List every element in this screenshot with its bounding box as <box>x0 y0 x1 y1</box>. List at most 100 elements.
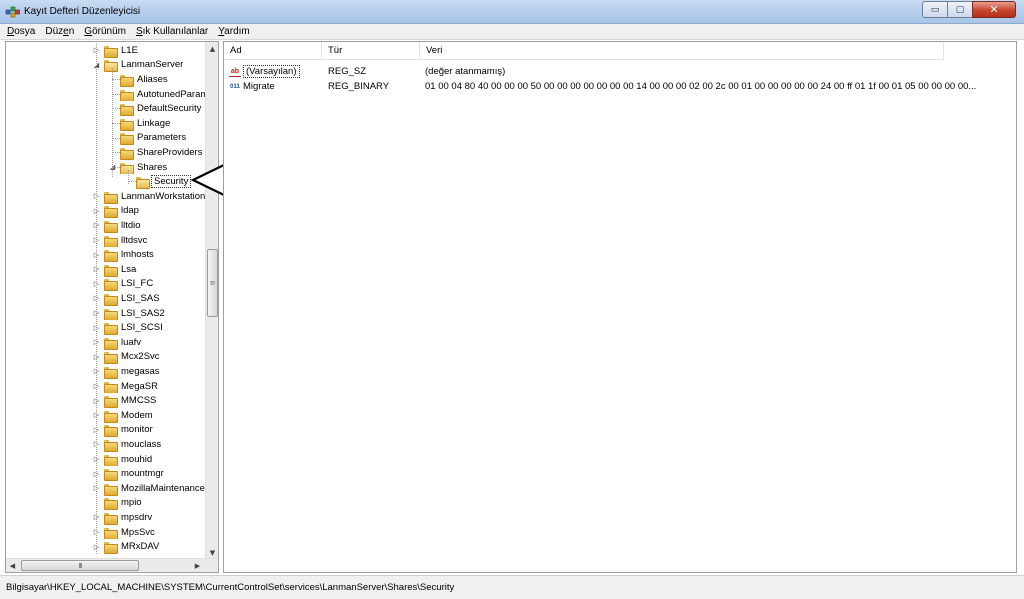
tree-item[interactable]: ▷ MRxDAV <box>92 539 206 554</box>
tree-connector-line <box>96 43 97 554</box>
menu-bar: Dosya Düzen Görünüm Sık Kullanılanlar Ya… <box>0 24 1024 40</box>
maximize-button[interactable]: ▢ <box>947 1 973 18</box>
tree-horizontal-scrollbar[interactable]: ◀ III ▶ <box>6 558 218 572</box>
tree-item-label: monitor <box>121 424 153 436</box>
folder-icon <box>104 512 118 525</box>
folder-icon <box>104 249 118 262</box>
value-type: REG_BINARY <box>328 81 390 92</box>
tree-item[interactable]: mpio <box>92 496 206 511</box>
tree-item[interactable]: DefaultSecurity <box>108 101 206 116</box>
tree-item[interactable]: ▷ mpsdrv <box>92 510 206 525</box>
folder-icon <box>104 278 118 292</box>
folder-icon <box>104 410 118 423</box>
tree-item[interactable]: ▷ luafv <box>92 335 206 350</box>
column-header-type[interactable]: Tür <box>322 42 420 60</box>
tree-item[interactable]: ▷ monitor <box>92 423 206 438</box>
tree-item[interactable]: ▷ lmhosts <box>92 247 206 262</box>
folder-icon <box>104 541 118 554</box>
column-header-name[interactable]: Ad <box>224 42 322 60</box>
folder-icon <box>104 497 118 511</box>
tree-item[interactable]: ▷ mountmgr <box>92 466 206 481</box>
value-row[interactable]: 011 Migrate REG_BINARY 01 00 04 80 40 00… <box>224 79 1014 94</box>
binary-value-icon: 011 <box>230 83 240 90</box>
window-title: Kayıt Defteri Düzenleyicisi <box>24 6 141 17</box>
scroll-thumb[interactable]: ≡ <box>207 249 218 317</box>
tree-item-label: mpsdrv <box>121 511 153 523</box>
tree-vertical-scrollbar[interactable]: ▲ ≡ ▼ <box>205 42 218 559</box>
tree-item[interactable]: ShareProviders <box>108 145 206 160</box>
tree-item[interactable]: ▷MozillaMaintenanceService <box>92 481 206 496</box>
maximize-icon: ▢ <box>955 4 965 15</box>
tree-item[interactable]: ▷ lltdio <box>92 218 206 233</box>
folder-icon <box>104 337 118 350</box>
key-tree-pane[interactable]: ▷L1E◢LanmanServerAliases AutotunedParamet… <box>5 41 219 573</box>
tree-item[interactable]: Parameters <box>108 131 206 146</box>
tree-item[interactable]: ▷ Lsa <box>92 262 206 277</box>
tree-item-label: megasas <box>121 365 160 377</box>
menu-help[interactable]: Yardım <box>217 26 251 37</box>
tree-item[interactable]: ▷ mouclass <box>92 437 206 452</box>
tree-item[interactable]: ▷ L1E <box>92 43 206 58</box>
tree-item-label: lmhosts <box>121 249 154 261</box>
tree-item-label: MpsSvc <box>121 526 155 538</box>
tree-item[interactable]: ▷ MpsSvc <box>92 525 206 540</box>
tree-item[interactable]: ▷ MMCSS <box>92 393 206 408</box>
minimize-button[interactable]: ▭ <box>922 1 948 18</box>
tree-item-label: ShareProviders <box>137 146 203 158</box>
tree-item[interactable]: Linkage <box>108 116 206 131</box>
tree-item[interactable]: AutotunedParameters <box>108 87 206 102</box>
tree-connector-line <box>112 108 122 110</box>
tree-item[interactable]: ▷ LanmanWorkstation <box>92 189 206 204</box>
tree-item[interactable]: ▷ mouhid <box>92 452 206 467</box>
tree-item[interactable]: ▷ megasas <box>92 364 206 379</box>
menu-favorites[interactable]: Sık Kullanılanlar <box>135 26 209 37</box>
scroll-up-arrow-icon[interactable]: ▲ <box>206 42 218 55</box>
menu-view[interactable]: Görünüm <box>83 26 127 37</box>
folder-icon <box>104 205 118 219</box>
folder-icon <box>104 293 118 306</box>
tree-item-label: Mcx2Svc <box>121 351 160 363</box>
string-value-icon: ab <box>229 66 241 77</box>
tree-item-label: Shares <box>137 161 168 173</box>
tree-connector-line <box>112 123 122 124</box>
tree-item-label: MegaSR <box>121 380 158 392</box>
folder-icon <box>104 483 118 496</box>
tree-item[interactable]: ▷ Modem <box>92 408 206 423</box>
tree-item-label: luafv <box>121 336 142 348</box>
tree-item[interactable]: ▷ Mcx2Svc <box>92 350 206 365</box>
current-key-path: Bilgisayar\HKEY_LOCAL_MACHINE\SYSTEM\Cur… <box>6 582 455 593</box>
tree-item[interactable]: ▷ LSI_SAS2 <box>92 306 206 321</box>
values-pane[interactable]: Ad Tür Veri ab (Varsayılan) REG_SZ (değe… <box>223 41 1017 573</box>
folder-icon <box>104 264 118 277</box>
scroll-right-arrow-icon[interactable]: ▶ <box>191 559 204 572</box>
tree-item-label: LSI_SCSI <box>121 322 163 334</box>
tree-item-label: Linkage <box>137 117 171 129</box>
tree-item[interactable]: Aliases <box>108 72 206 87</box>
folder-icon <box>104 191 118 204</box>
folder-icon <box>104 424 118 438</box>
close-button[interactable]: ✕ <box>972 1 1016 18</box>
hscroll-thumb[interactable]: III <box>21 560 139 571</box>
tree-item[interactable]: ▷ ldap <box>92 204 206 219</box>
tree-item-label: AutotunedParameters <box>137 88 206 100</box>
folder-icon <box>104 439 118 452</box>
menu-edit[interactable]: Düzen <box>44 26 75 37</box>
tree-item-label: ldap <box>121 205 139 217</box>
tree-item-label: DefaultSecurity <box>137 103 202 115</box>
tree-item[interactable]: ▷ MegaSR <box>92 379 206 394</box>
tree-item[interactable]: ▷ LSI_SCSI <box>92 320 206 335</box>
value-data: 01 00 04 80 40 00 00 00 50 00 00 00 00 0… <box>425 81 977 92</box>
menu-file[interactable]: Dosya <box>6 26 36 37</box>
value-row[interactable]: ab (Varsayılan) REG_SZ (değer atanmamış) <box>224 64 1014 79</box>
tree-item[interactable]: ▷ LSI_SAS <box>92 291 206 306</box>
column-header-data[interactable]: Veri <box>420 42 944 60</box>
registry-editor-icon <box>5 6 20 18</box>
tree-item[interactable]: ◢ LanmanServer <box>92 58 206 73</box>
folder-icon <box>104 220 118 233</box>
tree-item[interactable]: ▷ LSI_FC <box>92 277 206 292</box>
close-icon: ✕ <box>989 3 999 16</box>
scroll-left-arrow-icon[interactable]: ◀ <box>6 559 19 572</box>
tree-item-label: mpio <box>121 497 142 509</box>
folder-icon <box>104 59 118 73</box>
tree-item[interactable]: ▷ lltdsvc <box>92 233 206 248</box>
